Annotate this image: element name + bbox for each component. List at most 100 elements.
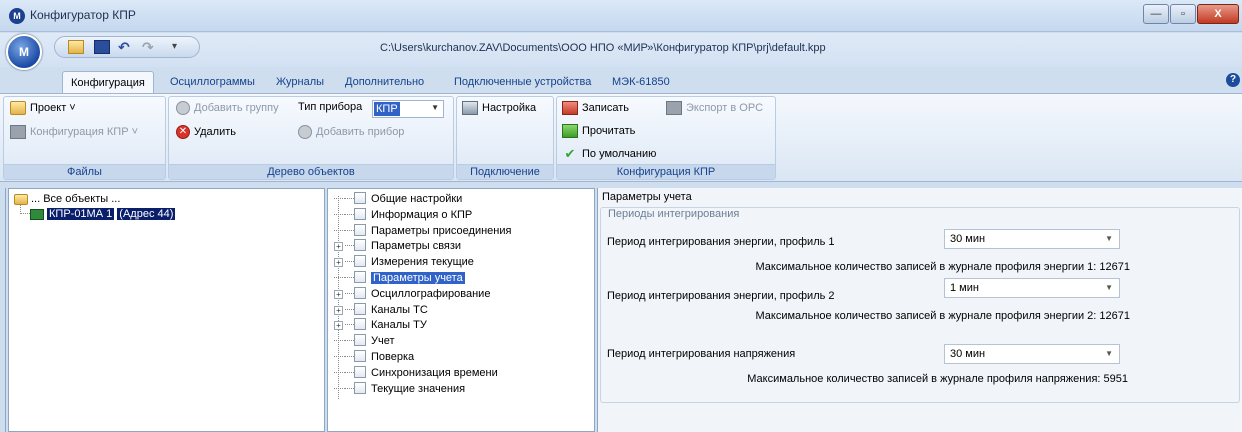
tree-connector <box>334 371 345 373</box>
settings-page-icon <box>354 271 366 283</box>
device-type-value: КПР <box>374 102 400 116</box>
tree-connector <box>345 324 354 326</box>
export-opc-button[interactable]: Экспорт в OPC <box>666 101 763 115</box>
kpr-config-button[interactable]: Конфигурация КПР ˅ <box>10 125 138 139</box>
device-type-select[interactable]: КПР ▼ <box>372 100 444 118</box>
network-icon <box>462 101 478 115</box>
nav-item-label: Учет <box>371 335 395 348</box>
nav-item[interactable]: Общие настройки <box>334 192 462 206</box>
nav-item[interactable]: Информация о КПР <box>334 207 472 222</box>
tree-root[interactable]: ... Все объекты ... <box>14 192 120 206</box>
energy-profile1-select[interactable]: 30 мин ▼ <box>944 229 1120 249</box>
form-title: Параметры учета <box>602 191 692 203</box>
tab-podklyuchennye-ustroystva[interactable]: Подключенные устройства <box>446 71 599 93</box>
nav-item[interactable]: Синхронизация времени <box>334 365 498 380</box>
object-tree-panel <box>8 188 325 432</box>
nav-item-label: Параметры учета <box>371 272 465 284</box>
group-caption: Конфигурация КПР <box>557 164 775 179</box>
tree-connector <box>334 340 345 342</box>
nav-item[interactable]: Параметры учета <box>334 271 465 285</box>
group-title: Периоды интегрирования <box>606 208 742 220</box>
tab-konfiguratsiya[interactable]: Конфигурация <box>62 71 154 93</box>
expand-icon[interactable]: + <box>334 289 343 299</box>
nav-item-label: Каналы ТУ <box>371 319 427 332</box>
voltage-period-label: Период интегрирования напряжения <box>607 348 796 360</box>
settings-page-icon <box>354 223 366 236</box>
undo-icon[interactable]: ↶ <box>118 40 134 54</box>
add-group-button[interactable]: Добавить группу <box>176 101 279 115</box>
nav-item[interactable]: Учет <box>334 334 395 348</box>
tree-connector <box>345 245 354 247</box>
default-label: По умолчанию <box>582 147 657 160</box>
tree-connector <box>345 277 354 278</box>
nav-item[interactable]: Параметры присоединения <box>334 223 511 238</box>
nav-item[interactable]: Поверка <box>334 350 414 364</box>
settings-button[interactable]: Настройка <box>462 101 536 115</box>
settings-page-icon <box>354 255 366 268</box>
nav-item-label: Каналы ТС <box>371 303 428 316</box>
expand-icon[interactable]: + <box>334 258 343 268</box>
tree-device-node[interactable]: КПР-01МА 1 (Адрес 44) <box>30 207 176 221</box>
tab-dopolnitelno[interactable]: Дополнительно <box>337 71 432 93</box>
group-caption: Дерево объектов <box>169 164 453 179</box>
folder-icon <box>10 101 26 115</box>
expand-icon[interactable]: + <box>334 321 343 331</box>
open-folder-icon[interactable] <box>68 40 84 54</box>
add-device-button[interactable]: Добавить прибор <box>298 125 404 139</box>
expand-icon[interactable]: + <box>334 242 343 252</box>
group-caption: Файлы <box>4 164 165 179</box>
energy-profile2-info: Максимальное количество записей в журнал… <box>755 310 1131 322</box>
read-icon <box>562 124 578 138</box>
nav-item[interactable]: + Параметры связи <box>334 239 461 253</box>
settings-page-icon <box>354 334 366 347</box>
nav-item-label: Измерения текущие <box>371 256 474 269</box>
nav-item[interactable]: + Измерения текущие <box>334 255 474 269</box>
tree-connector <box>345 229 354 231</box>
tab-ostsillogrammy[interactable]: Осциллограммы <box>162 71 263 93</box>
energy-profile2-label: Период интегрирования энергии, профиль 2 <box>607 290 835 302</box>
device-type-label: Тип прибора <box>298 101 363 113</box>
save-icon[interactable] <box>94 40 110 54</box>
minimize-button[interactable]: — <box>1143 4 1169 24</box>
tree-connector <box>345 213 354 215</box>
help-icon[interactable]: ? <box>1226 73 1240 87</box>
nav-item[interactable]: + Осциллографирование <box>334 286 490 301</box>
delete-icon: ✕ <box>176 125 190 139</box>
voltage-period-select[interactable]: 30 мин ▼ <box>944 344 1120 364</box>
project-button[interactable]: Проект ˅ <box>10 101 76 115</box>
tree-connector <box>334 277 345 278</box>
chevron-down-icon: ▼ <box>431 103 439 112</box>
expand-icon[interactable]: + <box>334 305 343 315</box>
default-button[interactable]: ✔ По умолчанию <box>562 147 657 161</box>
nav-item-label: Общие настройки <box>371 193 463 205</box>
nav-item[interactable]: Текущие значения <box>334 381 466 396</box>
delete-button[interactable]: ✕ Удалить <box>176 125 236 139</box>
customize-qat-icon[interactable]: ▾ <box>172 40 188 54</box>
tree-connector <box>345 356 354 357</box>
energy-profile2-select[interactable]: 1 мин ▼ <box>944 278 1120 298</box>
maximize-button[interactable]: ▫ <box>1170 4 1196 24</box>
tab-zhurnaly[interactable]: Журналы <box>268 71 332 93</box>
tree-connector <box>345 340 354 342</box>
nav-item[interactable]: + Каналы ТС <box>334 302 428 317</box>
tree-connector <box>20 213 30 214</box>
settings-page-icon <box>354 381 366 394</box>
export-icon <box>666 101 682 115</box>
settings-page-icon <box>354 239 366 252</box>
app-logo-icon: M <box>9 8 25 24</box>
write-button[interactable]: Записать <box>562 101 629 115</box>
nav-item-label: Параметры связи <box>371 240 462 253</box>
title-bar <box>0 0 1242 32</box>
energy-profile1-info: Максимальное количество записей в журнал… <box>755 261 1131 273</box>
redo-icon[interactable]: ↷ <box>142 40 158 54</box>
tab-iec-61850[interactable]: МЭК-61850 <box>604 71 678 93</box>
tree-connector <box>345 308 354 310</box>
tree-connector <box>345 261 354 263</box>
nav-item[interactable]: + Каналы ТУ <box>334 318 427 332</box>
tree-connector <box>334 356 345 357</box>
write-label: Записать <box>582 101 630 114</box>
tree-connector <box>345 371 354 373</box>
read-button[interactable]: Прочитать <box>562 124 635 138</box>
close-button[interactable]: X <box>1197 4 1239 24</box>
nav-item-label: Текущие значения <box>371 382 466 395</box>
